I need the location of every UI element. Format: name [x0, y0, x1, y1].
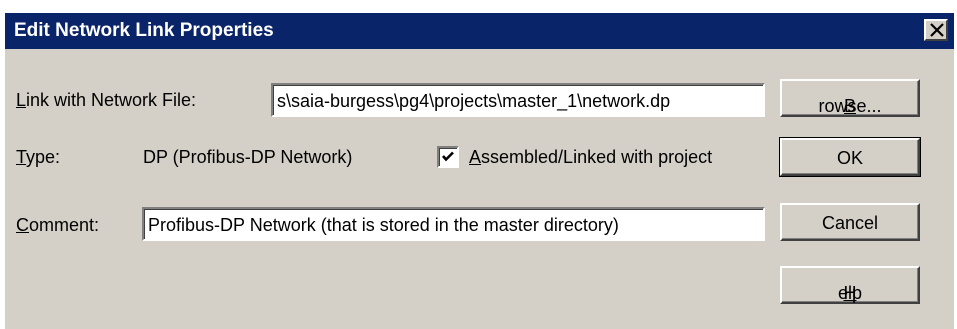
ok-button-label: OK	[836, 148, 863, 168]
link-file-label: Link with Network File:	[16, 89, 196, 111]
browse-button[interactable]: Browse...	[780, 79, 920, 117]
close-icon	[930, 23, 944, 37]
assembled-label[interactable]: Assembled/Linked with project	[469, 146, 712, 168]
link-file-input[interactable]: s\saia-burgess\pg4\projects\master_1\net…	[271, 83, 765, 117]
help-button[interactable]: Help	[780, 266, 920, 304]
checkmark-icon	[442, 151, 454, 162]
help-text: elp	[837, 283, 863, 303]
link-file-value: s\saia-burgess\pg4\projects\master_1\net…	[277, 91, 671, 111]
dialog-title: Edit Network Link Properties	[14, 20, 274, 41]
assembled-label-text: ssembled/Linked with project	[481, 147, 713, 167]
ok-button[interactable]: OK	[779, 137, 921, 177]
comment-label: Comment:	[16, 214, 99, 236]
edit-network-link-dialog: Edit Network Link Properties Link with N…	[5, 13, 954, 329]
comment-label-accel: C	[16, 215, 29, 235]
cancel-button-label: Cancel	[821, 213, 879, 233]
type-label: Type:	[16, 146, 60, 168]
assembled-label-accel: A	[469, 147, 482, 167]
type-label-text: ype:	[26, 147, 61, 167]
browse-text: rowse...	[818, 96, 882, 116]
comment-label-text: omment:	[29, 215, 100, 235]
type-label-accel: T	[16, 147, 27, 167]
comment-input[interactable]: Profibus-DP Network (that is stored in t…	[142, 207, 765, 241]
assembled-checkbox[interactable]	[437, 146, 459, 168]
type-value: DP (Profibus-DP Network)	[143, 147, 353, 167]
title-bar[interactable]: Edit Network Link Properties	[5, 13, 954, 49]
link-file-label-accel: L	[16, 90, 27, 110]
cancel-button[interactable]: Cancel	[780, 203, 920, 241]
link-file-label-text: ink with Network File:	[26, 90, 197, 110]
close-button[interactable]	[924, 19, 948, 41]
comment-value: Profibus-DP Network (that is stored in t…	[148, 215, 619, 235]
